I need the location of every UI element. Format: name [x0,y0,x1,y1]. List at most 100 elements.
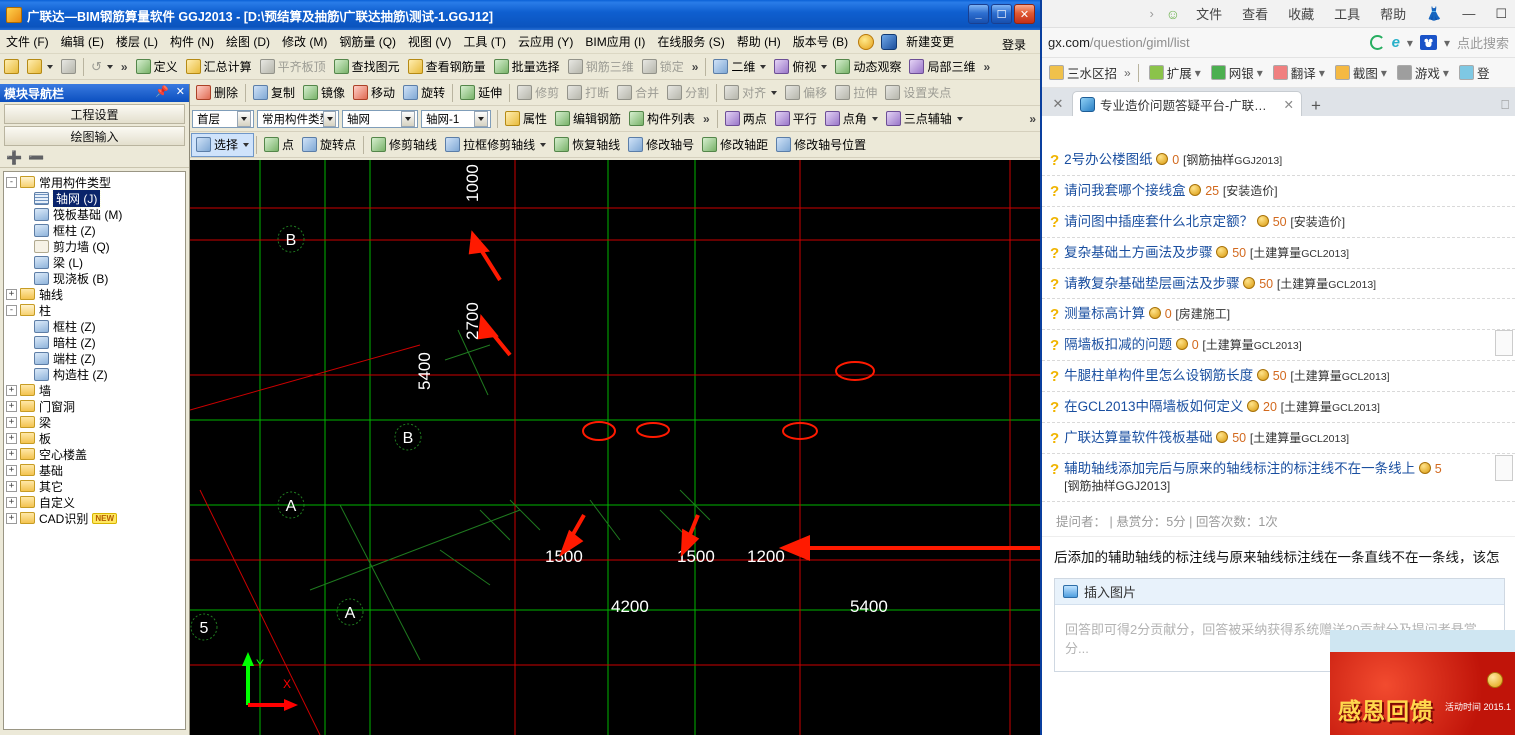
toolbar-button-点角[interactable]: 点角 [821,108,882,130]
toolbar-button-二维[interactable]: 二维 [709,56,770,78]
toolbar-button-镜像[interactable]: 镜像 [299,82,349,104]
question-title[interactable]: 请教复杂基础垫层画法及步骤 [1064,276,1240,291]
search-engine-chevron-icon[interactable]: ▾ [1444,36,1450,50]
browser-menu-favorites[interactable]: 收藏 [1284,4,1318,23]
toolbar-overflow-2[interactable]: » [688,60,703,74]
bookmark-扩展[interactable]: 扩展 ▾ [1146,61,1204,84]
menu-item-10[interactable]: BIM应用 (I) [579,30,651,53]
question-title[interactable]: 复杂基础土方画法及步骤 [1064,245,1213,260]
toolbar-button-修剪[interactable]: 修剪 [513,82,563,104]
login-button[interactable]: 登录 [996,33,1032,56]
toolbar-button-复制[interactable]: 复制 [249,82,299,104]
toolbar-button-钢筋三维[interactable]: 钢筋三维 [564,56,638,78]
question-title[interactable]: 隔墙板扣减的问题 [1064,337,1172,352]
close-icon[interactable]: ✕ [176,85,185,98]
combo-dropdown-button[interactable] [401,110,415,127]
side-chip-1[interactable] [1495,330,1513,356]
toolbar-button-合并[interactable]: 合并 [613,82,663,104]
toolbar-button-删除[interactable]: 删除 [192,82,242,104]
tree-item-柱[interactable]: -柱 [4,302,185,318]
tree-item-暗柱Z[interactable]: 暗柱 (Z) [4,334,185,350]
collapse-all-icon[interactable]: ➖ [28,150,44,166]
question-title[interactable]: 辅助轴线添加完后与原来的轴线标注的标注线不在一条线上 [1064,461,1415,476]
toolbar-button-拉伸[interactable]: 拉伸 [831,82,881,104]
tree-toggle[interactable]: + [6,448,17,460]
toolbar-button-修改轴距[interactable]: 修改轴距 [698,134,772,156]
insert-image-icon[interactable] [1063,584,1078,598]
toolbar-button-修改轴号[interactable]: 修改轴号 [624,134,698,156]
toolbar-button-对齐[interactable]: 对齐 [720,82,781,104]
toolbar-button-定义[interactable]: 定义 [132,56,182,78]
toolbar-button-动态观察[interactable]: 动态观察 [831,56,905,78]
toolbar-button-两点[interactable]: 两点 [721,108,771,130]
menu-item-12[interactable]: 帮助 (H) [731,30,787,53]
browser-menu-view[interactable]: 查看 [1238,4,1272,23]
toolbar-button-查看钢筋量[interactable]: 查看钢筋量 [404,56,490,78]
tree-toggle[interactable]: + [6,480,17,492]
combo-dropdown-button[interactable] [474,110,488,127]
browser-maximize-button[interactable]: ☐ [1491,6,1511,22]
tab-close-icon[interactable]: ✕ [1284,97,1294,112]
question-title[interactable]: 请问图中插座套什么北京定额？ [1064,214,1253,229]
menu-item-5[interactable]: 修改 (M) [276,30,333,53]
menu-item-new-change[interactable]: 新建变更 [900,30,960,53]
component-type-select[interactable]: 轴网 [342,109,418,128]
toolbar-overflow-1[interactable]: » [117,60,132,74]
toolbar-button-旋转点[interactable]: 旋转点 [298,134,360,156]
toolbar-button-设置夹点[interactable]: 设置夹点 [881,82,955,104]
toolbar-button-局部三维[interactable]: 局部三维 [905,56,979,78]
tree-toggle[interactable]: + [6,496,17,508]
nav-button-project-settings[interactable]: 工程设置 [4,104,185,124]
refresh-icon[interactable] [1369,35,1385,50]
cad-drawing-canvas[interactable]: B B A A 5 1000 2700 5400 1500 1500 1200 … [190,160,1040,735]
toolbar-button-点[interactable]: 点 [260,134,298,156]
toolbar-overflow-4[interactable]: » [699,112,714,126]
toolbar-open-file[interactable] [23,56,57,78]
toolbar-button-属性[interactable]: 属性 [501,108,551,130]
tree-item-剪力墙Q[interactable]: 剪力墙 (Q) [4,238,185,254]
bookmark-网银[interactable]: 网银 ▾ [1208,61,1266,84]
tree-item-框柱Z[interactable]: 框柱 (Z) [4,222,185,238]
tree-item-轴线[interactable]: + 轴线 [4,286,185,302]
question-row[interactable]: ? 请教复杂基础垫层画法及步骤 50 [土建算量GCL2013] [1042,269,1515,300]
tree-item-构造柱Z[interactable]: 构造柱 (Z) [4,366,185,382]
menu-item-13[interactable]: 版本号 (B) [787,30,854,53]
toolbar-button-三点辅轴[interactable]: 三点辅轴 [882,108,967,130]
shirt-icon[interactable]: 👗 [1422,6,1446,22]
chevron-down-icon[interactable]: ▾ [1407,36,1413,50]
tree-toggle[interactable]: + [6,384,17,396]
person-icon[interactable]: ☺ [1166,6,1180,22]
tab-list-icon[interactable]: ⎕ [1501,97,1509,113]
new-change-icon[interactable] [881,33,898,50]
tree-item-自定义[interactable]: + 自定义 [4,494,185,510]
toolbar-button-恢复轴线[interactable]: 恢复轴线 [550,134,624,156]
toolbar-overflow-3[interactable]: » [979,60,994,74]
toolbar-button-选择[interactable]: 选择 [190,132,255,157]
tree-toggle[interactable]: + [6,416,17,428]
toolbar-button-批量选择[interactable]: 批量选择 [490,56,564,78]
component-instance-select[interactable]: 轴网-1 [421,109,491,128]
question-title[interactable]: 2号办公楼图纸 [1064,152,1153,167]
tree-item-筏板基础M[interactable]: 筏板基础 (M) [4,206,185,222]
tree-toggle[interactable]: - [6,176,17,188]
browser-tab-active[interactable]: 专业造价问题答疑平台-广联达服 ✕ [1072,91,1302,116]
tree-item-空心楼盖[interactable]: + 空心楼盖 [4,446,185,462]
question-row[interactable]: ? 隔墙板扣减的问题 0 [土建算量GCL2013] [1042,330,1515,362]
minimize-button[interactable]: _ [968,4,989,24]
toolbar-button-旋转[interactable]: 旋转 [399,82,449,104]
bookmark-overflow-icon[interactable]: » [1124,66,1131,80]
toolbar-button-构件列表[interactable]: 构件列表 [625,108,699,130]
question-row[interactable]: ? 辅助轴线添加完后与原来的轴线标注的标注线不在一条线上 5 [钢筋抽样GGJ201… [1042,454,1515,502]
insert-image-label[interactable]: 插入图片 [1084,582,1136,601]
new-tab-button[interactable]: + [1304,96,1328,116]
question-title[interactable]: 测量标高计算 [1064,306,1145,321]
tree-item-框柱Z[interactable]: 框柱 (Z) [4,318,185,334]
question-title[interactable]: 牛腿柱单构件里怎么设钢筋长度 [1064,368,1253,383]
chevron-down-icon[interactable]: ▾ [1195,66,1201,80]
tree-toggle[interactable]: - [6,304,17,316]
toolbar-button-打断[interactable]: 打断 [563,82,613,104]
tree-item-门窗洞[interactable]: + 门窗洞 [4,398,185,414]
tree-item-板[interactable]: + 板 [4,430,185,446]
question-row[interactable]: ? 2号办公楼图纸 0 [钢筋抽样GGJ2013] [1042,145,1515,176]
bookmark-游戏[interactable]: 游戏 ▾ [1394,61,1452,84]
